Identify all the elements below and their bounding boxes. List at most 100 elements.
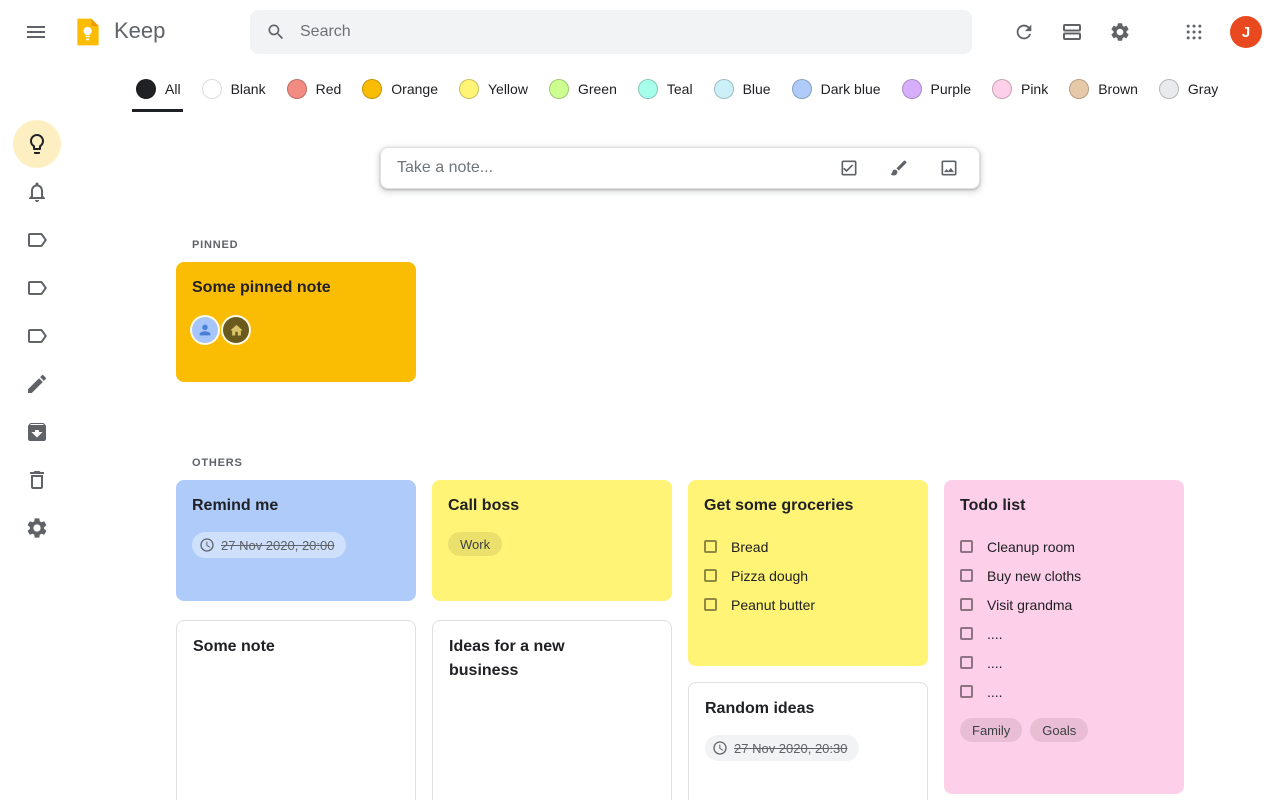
checkbox-unchecked[interactable] [960, 656, 973, 669]
note-remind-me[interactable]: Remind me 27 Nov 2020, 20:00 [176, 480, 416, 601]
sidebar-item-label-2[interactable] [13, 264, 61, 312]
lightbulb-icon [25, 132, 49, 156]
main-menu-button[interactable] [12, 8, 60, 56]
checklist-item: Buy new cloths [960, 561, 1168, 590]
new-list-icon [839, 158, 859, 178]
checkbox-unchecked[interactable] [960, 540, 973, 553]
checklist: Cleanup room Buy new cloths Visit grandm… [960, 532, 1168, 706]
sidebar-item-reminders[interactable] [13, 168, 61, 216]
clock-icon [712, 740, 728, 756]
new-image-icon [939, 158, 959, 178]
sidebar-item-trash[interactable] [13, 456, 61, 504]
new-list-button[interactable] [829, 148, 869, 188]
others-section-label: OTHERS [192, 457, 243, 469]
list-view-toggle-button[interactable] [1052, 12, 1092, 52]
collaborators [192, 317, 400, 343]
checkbox-unchecked[interactable] [960, 598, 973, 611]
refresh-button[interactable] [1004, 12, 1044, 52]
label-icon [25, 276, 49, 300]
note-title: Random ideas [705, 697, 911, 721]
label-chips: Family Goals [960, 718, 1168, 742]
note-call-boss[interactable]: Call boss Work [432, 480, 672, 601]
filter-pink[interactable]: Pink [992, 76, 1048, 102]
color-swatch [638, 79, 658, 99]
filter-brown[interactable]: Brown [1069, 76, 1138, 102]
filter-red[interactable]: Red [287, 76, 342, 102]
color-swatch [202, 79, 222, 99]
sidebar-item-edit-labels[interactable] [13, 360, 61, 408]
note-ideas-for-a-new-business[interactable]: Ideas for a new business [432, 620, 672, 800]
filter-teal[interactable]: Teal [638, 76, 693, 102]
color-swatch [1069, 79, 1089, 99]
gear-icon [1109, 21, 1131, 43]
reminder-chip[interactable]: 27 Nov 2020, 20:30 [705, 735, 859, 761]
take-a-note-placeholder: Take a note... [397, 159, 829, 177]
checklist-item: Bread [704, 532, 912, 561]
reminder-chip[interactable]: 27 Nov 2020, 20:00 [192, 532, 346, 558]
reminder-text: 27 Nov 2020, 20:00 [221, 538, 334, 553]
filter-gray[interactable]: Gray [1159, 76, 1218, 102]
checklist-item: Visit grandma [960, 590, 1168, 619]
checkbox-unchecked[interactable] [960, 685, 973, 698]
sidebar-item-archive[interactable] [13, 408, 61, 456]
search-input[interactable] [300, 23, 972, 41]
filter-purple[interactable]: Purple [902, 76, 971, 102]
filter-orange[interactable]: Orange [362, 76, 438, 102]
list-view-icon [1060, 20, 1084, 44]
label-chip-family[interactable]: Family [960, 718, 1022, 742]
note-get-some-groceries[interactable]: Get some groceries Bread Pizza dough Pea… [688, 480, 928, 666]
person-icon [197, 322, 213, 338]
label-chip-goals[interactable]: Goals [1030, 718, 1088, 742]
filter-yellow[interactable]: Yellow [459, 76, 528, 102]
checklist-item: .... [960, 619, 1168, 648]
note-some-pinned-note[interactable]: Some pinned note [176, 262, 416, 382]
account-avatar[interactable]: J [1230, 16, 1262, 48]
new-drawing-icon [889, 158, 909, 178]
header-actions: J [1004, 12, 1280, 52]
filter-dark-blue[interactable]: Dark blue [792, 76, 881, 102]
search-bar[interactable] [250, 10, 972, 54]
new-drawing-button[interactable] [879, 148, 919, 188]
hamburger-icon [24, 20, 48, 44]
refresh-icon [1013, 21, 1035, 43]
color-swatch [136, 79, 156, 99]
checkbox-unchecked[interactable] [704, 540, 717, 553]
keep-logo-icon [72, 16, 104, 48]
settings-button[interactable] [1100, 12, 1140, 52]
note-some-note[interactable]: Some note [176, 620, 416, 800]
filter-green[interactable]: Green [549, 76, 617, 102]
sidebar-item-settings[interactable] [13, 504, 61, 552]
note-title: Todo list [960, 494, 1168, 518]
checkbox-unchecked[interactable] [704, 598, 717, 611]
note-random-ideas[interactable]: Random ideas 27 Nov 2020, 20:30 [688, 682, 928, 800]
label-chips: Work [448, 532, 656, 556]
label-icon [25, 228, 49, 252]
label-chip-work[interactable]: Work [448, 532, 502, 556]
checkbox-unchecked[interactable] [960, 627, 973, 640]
checkbox-unchecked[interactable] [704, 569, 717, 582]
sidebar-item-notes[interactable] [13, 120, 61, 168]
sidebar-item-label-1[interactable] [13, 216, 61, 264]
google-apps-button[interactable] [1174, 12, 1214, 52]
new-image-button[interactable] [929, 148, 969, 188]
color-swatch [992, 79, 1012, 99]
color-swatch [1159, 79, 1179, 99]
search-icon [266, 22, 286, 42]
checklist-item: Pizza dough [704, 561, 912, 590]
color-swatch [459, 79, 479, 99]
sidebar-item-label-3[interactable] [13, 312, 61, 360]
color-swatch [362, 79, 382, 99]
note-todo-list[interactable]: Todo list Cleanup room Buy new cloths Vi… [944, 480, 1184, 794]
apps-grid-icon [1184, 22, 1204, 42]
filter-all[interactable]: All [136, 76, 181, 102]
note-title: Get some groceries [704, 494, 912, 518]
note-title: Remind me [192, 494, 400, 518]
checkbox-unchecked[interactable] [960, 569, 973, 582]
take-a-note-box[interactable]: Take a note... [380, 147, 980, 189]
gear-icon [25, 516, 49, 540]
color-swatch [549, 79, 569, 99]
filter-blue[interactable]: Blue [714, 76, 771, 102]
color-swatch [287, 79, 307, 99]
filter-blank[interactable]: Blank [202, 76, 266, 102]
note-title: Some note [193, 635, 399, 659]
